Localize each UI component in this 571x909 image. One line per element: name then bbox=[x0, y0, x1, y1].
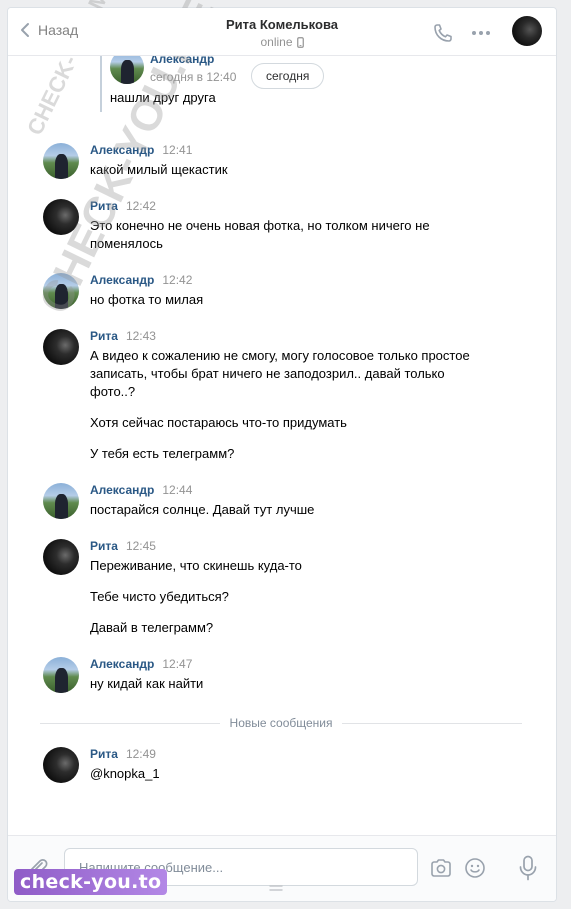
message-text: Переживание, что скинешь куда-то bbox=[90, 558, 302, 573]
new-messages-label: Новые сообщения bbox=[229, 716, 333, 730]
author-avatar[interactable] bbox=[43, 143, 79, 179]
forwarded-author-avatar[interactable] bbox=[110, 56, 144, 84]
more-icon[interactable] bbox=[470, 22, 492, 44]
message-text: но фотка то милая bbox=[90, 292, 204, 307]
new-messages-divider: Новые сообщения bbox=[40, 715, 523, 731]
author-name[interactable]: Александр bbox=[90, 657, 154, 671]
message-time: 12:47 bbox=[162, 657, 193, 671]
message-text: У тебя есть телеграмм? bbox=[90, 446, 235, 461]
message-history[interactable]: Александр сегодня в 12:40 нашли друг дру… bbox=[8, 56, 556, 836]
author-avatar[interactable] bbox=[43, 747, 79, 783]
chat-header: Назад Рита Комелькова online bbox=[8, 8, 556, 56]
peer-status-text: online bbox=[260, 35, 293, 49]
forwarded-time: сегодня в 12:40 bbox=[150, 70, 237, 84]
author-avatar[interactable] bbox=[43, 539, 79, 575]
message-time: 12:44 bbox=[162, 483, 193, 497]
author-name[interactable]: Александр bbox=[90, 483, 154, 497]
message-text: Это конечно не очень новая фотка, но тол… bbox=[90, 218, 430, 251]
forwarded-text: нашли друг друга bbox=[110, 90, 216, 105]
author-name[interactable]: Рита bbox=[90, 199, 118, 213]
resize-handle-icon[interactable] bbox=[268, 884, 284, 892]
author-name[interactable]: Александр bbox=[90, 143, 154, 157]
author-avatar[interactable] bbox=[43, 483, 79, 519]
message-time: 12:49 bbox=[125, 747, 156, 761]
phone-icon[interactable] bbox=[432, 22, 454, 44]
message-text: какой милый щекастик bbox=[90, 162, 228, 177]
message-time: 12:43 bbox=[125, 329, 156, 343]
message-text: постарайся солнце. Давай тут лучше bbox=[90, 502, 315, 517]
peer-status: online bbox=[260, 35, 304, 49]
smile-icon[interactable] bbox=[464, 857, 486, 879]
date-badge: сегодня bbox=[251, 63, 325, 89]
message-text: Тебе чисто убедиться? bbox=[90, 589, 229, 604]
message-time: 12:41 bbox=[162, 143, 193, 157]
camera-icon[interactable] bbox=[430, 858, 452, 878]
message-time: 12:45 bbox=[125, 539, 156, 553]
watermark-logo: check-you.to bbox=[14, 869, 168, 895]
author-avatar[interactable] bbox=[43, 657, 79, 693]
message-text: Хотя сейчас постараюсь что-то придумать bbox=[90, 415, 347, 430]
author-name[interactable]: Рита bbox=[90, 329, 118, 343]
author-avatar[interactable] bbox=[43, 329, 79, 365]
chat-window: Назад Рита Комелькова online Александр с… bbox=[7, 7, 557, 902]
author-name[interactable]: Рита bbox=[90, 747, 118, 761]
message-text: ну кидай как найти bbox=[90, 676, 204, 691]
message-text: @knopka_1 bbox=[90, 766, 160, 781]
message-text: А видео к сожалению не смогу, могу голос… bbox=[90, 348, 470, 399]
peer-avatar[interactable] bbox=[512, 16, 542, 46]
message-text: Давай в телеграмм? bbox=[90, 620, 214, 635]
author-avatar[interactable] bbox=[43, 273, 79, 309]
message-time: 12:42 bbox=[125, 199, 156, 213]
forwarded-author[interactable]: Александр bbox=[150, 56, 214, 66]
mobile-icon bbox=[296, 36, 304, 48]
author-avatar[interactable] bbox=[43, 199, 79, 235]
author-name[interactable]: Александр bbox=[90, 273, 154, 287]
message-time: 12:42 bbox=[162, 273, 193, 287]
microphone-icon[interactable] bbox=[518, 855, 538, 881]
author-name[interactable]: Рита bbox=[90, 539, 118, 553]
